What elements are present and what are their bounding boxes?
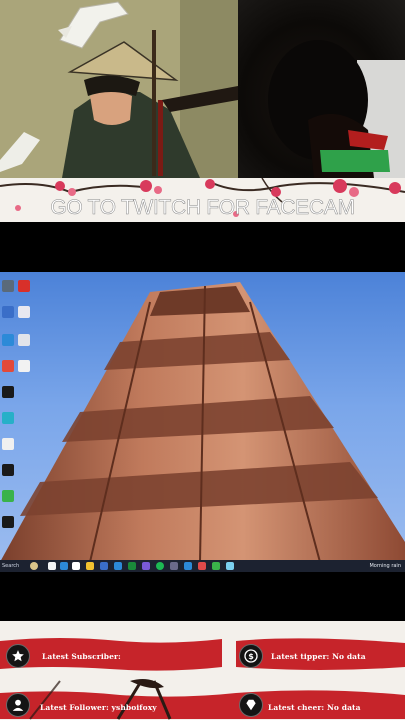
desktop-icon[interactable] (2, 412, 14, 424)
desktop-icon[interactable] (2, 490, 14, 502)
user-icon (12, 699, 24, 711)
taskbar-app-icon[interactable] (100, 562, 108, 570)
desktop-icon[interactable] (2, 464, 14, 476)
stream-layout: GO TO TWITCH FOR FACECAM Search Morning … (0, 0, 405, 720)
taskbar-weather[interactable]: Morning rain (369, 561, 401, 571)
latest-cheer-label: Latest cheer: No data (268, 703, 361, 712)
taskbar-app-icon[interactable] (86, 562, 94, 570)
desktop-icon[interactable] (18, 306, 30, 318)
cheer-badge (239, 693, 263, 717)
qutub-minar-tower (0, 282, 405, 562)
desktop-icon[interactable] (2, 280, 14, 292)
desktop-icon[interactable] (2, 386, 14, 398)
taskbar-app-icon[interactable] (212, 562, 220, 570)
desktop-icon[interactable] (2, 306, 14, 318)
desktop-icon[interactable] (2, 360, 14, 372)
taskbar-app-icon[interactable] (198, 562, 206, 570)
latest-follower-label: Latest Follower: yshboifoxy (40, 703, 157, 712)
taskbar-app-icon[interactable] (48, 562, 56, 570)
taskbar: Search Morning rain (0, 560, 405, 572)
taskbar-app-icon[interactable] (184, 562, 192, 570)
taskbar-app-icon[interactable] (170, 562, 178, 570)
subscriber-badge (6, 644, 30, 668)
diamond-icon (246, 699, 256, 711)
desktop-icon[interactable] (18, 360, 30, 372)
desktop-icon-column (0, 276, 34, 562)
facecam-banner: GO TO TWITCH FOR FACECAM (0, 178, 405, 222)
tipper-badge: $ (239, 644, 263, 668)
latest-tipper-label: Latest tipper: No data (271, 652, 366, 661)
stream-alerts-panel: Latest Subscriber: $ Latest tipper: No d… (0, 621, 405, 720)
taskbar-app-icon[interactable] (72, 562, 80, 570)
streamer-silhouette (268, 40, 390, 178)
taskbar-app-icon[interactable] (128, 562, 136, 570)
follower-badge (6, 693, 30, 717)
taskbar-app-icon[interactable] (60, 562, 68, 570)
facecam-video-panel (238, 0, 405, 178)
desktop-icon[interactable] (18, 280, 30, 292)
desktop-icon[interactable] (18, 334, 30, 346)
desktop-icon[interactable] (2, 516, 14, 528)
taskbar-app-icon[interactable] (156, 562, 164, 570)
desktop-icon[interactable] (2, 438, 14, 450)
taskbar-app-icon[interactable] (226, 562, 234, 570)
gameplay-video-panel (0, 0, 238, 178)
taskbar-app-icon[interactable] (30, 562, 38, 570)
taskbar-search-box[interactable]: Search (2, 561, 19, 571)
latest-subscriber-label: Latest Subscriber: (42, 652, 121, 661)
taskbar-app-icon[interactable] (114, 562, 122, 570)
desktop-icon[interactable] (2, 334, 14, 346)
star-icon (12, 650, 24, 662)
banner-text: GO TO TWITCH FOR FACECAM (50, 196, 355, 220)
dollar-icon: $ (244, 649, 258, 663)
samurai-scene (0, 0, 238, 178)
taskbar-app-icon[interactable] (142, 562, 150, 570)
svg-text:$: $ (248, 652, 254, 661)
desktop-screen: Search Morning rain (0, 272, 405, 572)
